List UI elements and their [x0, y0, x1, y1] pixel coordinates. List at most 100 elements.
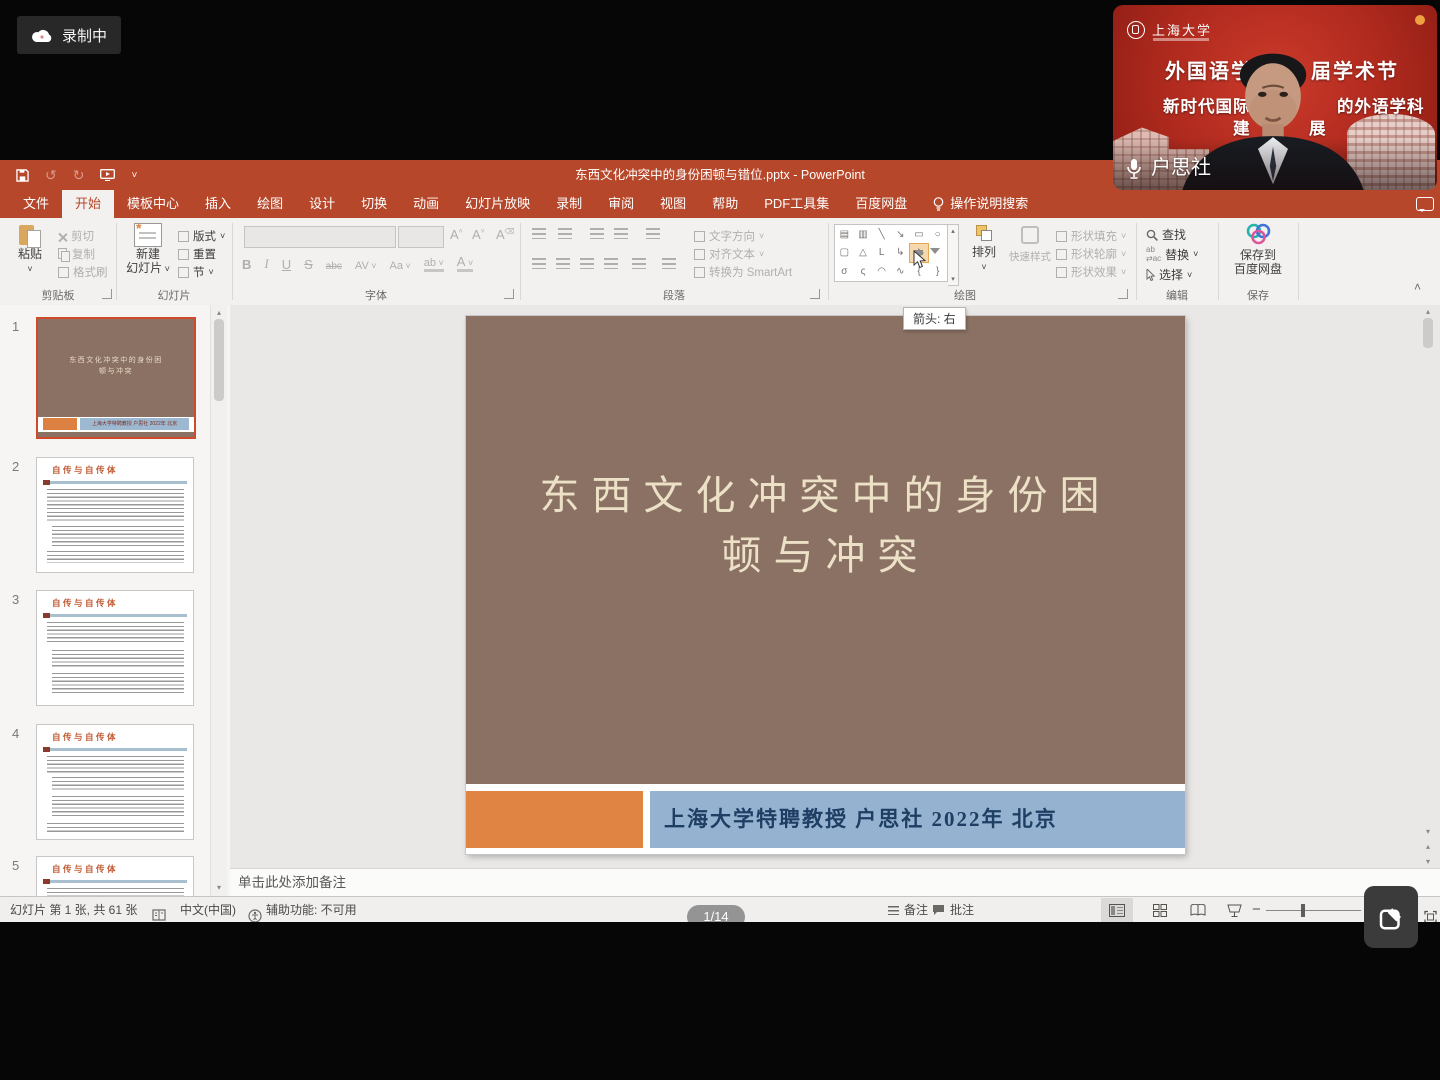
- shape-elbow-arrow-connector[interactable]: ↳: [891, 244, 910, 263]
- tab-template-center[interactable]: 模板中心: [114, 190, 192, 218]
- shape-brace-right[interactable]: }: [928, 262, 947, 281]
- bullets-icon[interactable]: [532, 228, 546, 239]
- shapes-gallery-scroll[interactable]: ▴▾: [948, 224, 959, 286]
- line-spacing-icon[interactable]: [646, 228, 660, 239]
- paste-button[interactable]: 粘贴˅: [8, 223, 52, 276]
- tab-record[interactable]: 录制: [543, 190, 595, 218]
- change-case-button[interactable]: Aa ˅: [390, 260, 411, 272]
- underline-button[interactable]: U: [282, 257, 291, 272]
- columns-icon[interactable]: [632, 258, 646, 269]
- tab-help[interactable]: 帮助: [699, 190, 751, 218]
- slideshow-view-button[interactable]: [1218, 898, 1250, 922]
- cut-button[interactable]: 剪切: [58, 228, 94, 244]
- tab-insert[interactable]: 插入: [192, 190, 244, 218]
- redo-icon[interactable]: ↻: [73, 167, 85, 184]
- shape-freeform[interactable]: σ: [835, 262, 854, 281]
- collapse-ribbon-icon[interactable]: ˄: [1414, 280, 1421, 294]
- font-dialog-launcher[interactable]: [504, 289, 514, 299]
- editor-scrollbar[interactable]: ▴ ▾ ▴ ▾: [1420, 305, 1436, 868]
- tab-file[interactable]: 文件: [10, 190, 62, 218]
- language-indicator[interactable]: 中文(中国): [180, 897, 236, 923]
- normal-view-button[interactable]: [1101, 898, 1133, 922]
- tab-view[interactable]: 视图: [647, 190, 699, 218]
- comments-icon[interactable]: [1416, 197, 1434, 211]
- start-slideshow-icon[interactable]: [100, 169, 115, 181]
- shape-curve[interactable]: ∿: [891, 262, 910, 281]
- zoom-slider-thumb[interactable]: [1301, 904, 1305, 917]
- shape-oval[interactable]: ○: [928, 225, 947, 244]
- bold-button[interactable]: B: [242, 257, 251, 272]
- align-left-icon[interactable]: [532, 258, 546, 269]
- shape-outline-button[interactable]: 形状轮廓˅: [1056, 246, 1126, 262]
- replace-button[interactable]: ab⇄ac 替换˅: [1146, 245, 1198, 263]
- shrink-font-button[interactable]: A˅: [472, 227, 485, 242]
- thumbnail-slide-2[interactable]: 自传与自传体: [36, 457, 194, 573]
- font-color-button[interactable]: A ˅: [457, 254, 473, 272]
- tab-animations[interactable]: 动画: [400, 190, 452, 218]
- slide-footer-blue-block[interactable]: 上海大学特聘教授 户思社 2022年 北京: [650, 791, 1185, 848]
- select-button[interactable]: 选择˅: [1146, 266, 1192, 283]
- shape-arc[interactable]: ◠: [872, 262, 891, 281]
- shape-arrow-down[interactable]: [928, 244, 947, 263]
- convert-smartart-button[interactable]: 转换为 SmartArt: [694, 264, 792, 280]
- slide-title-textbox[interactable]: 东西文化冲突中的身份困顿与冲突: [466, 466, 1185, 586]
- reading-view-button[interactable]: [1182, 898, 1214, 922]
- font-size-combobox[interactable]: [398, 226, 444, 248]
- shape-text-box[interactable]: ▤: [835, 225, 854, 244]
- font-name-combobox[interactable]: [244, 226, 396, 248]
- clipboard-dialog-launcher[interactable]: [102, 289, 112, 299]
- copy-button[interactable]: 复制: [58, 246, 95, 262]
- scroll-down-icon[interactable]: ▾: [1420, 827, 1436, 836]
- tab-review[interactable]: 审阅: [595, 190, 647, 218]
- shape-fill-button[interactable]: 形状填充˅: [1056, 228, 1126, 244]
- align-text-button[interactable]: 对齐文本˅: [694, 246, 764, 262]
- shapes-gallery[interactable]: ▤ ▥ ╲ ↘ ▭ ○ ▢ △ L ↳ σ ς ◠ ∿ {: [834, 224, 948, 282]
- shape-scribble[interactable]: ς: [854, 262, 873, 281]
- clear-formatting-button[interactable]: A⌫: [496, 227, 515, 242]
- shape-elbow-connector[interactable]: L: [872, 244, 891, 263]
- arrange-button[interactable]: 排列˅: [964, 223, 1004, 274]
- slide-sorter-view-button[interactable]: [1144, 898, 1176, 922]
- scroll-down-icon[interactable]: ▾: [211, 883, 227, 892]
- shape-triangle[interactable]: △: [854, 244, 873, 263]
- numbering-icon[interactable]: [558, 228, 572, 239]
- shape-rounded-rectangle[interactable]: ▢: [835, 244, 854, 263]
- character-spacing-button[interactable]: AV ˅: [355, 260, 377, 272]
- text-direction-button[interactable]: 文字方向˅: [694, 228, 764, 244]
- grow-font-button[interactable]: A˄: [450, 227, 463, 242]
- align-right-icon[interactable]: [580, 258, 594, 269]
- slide-footer-orange-block[interactable]: [466, 791, 643, 848]
- next-slide-icon[interactable]: ▾: [1420, 857, 1436, 866]
- speaker-video-window[interactable]: 上海大学 外国语学院 届学术节 新时代国际传 的外语学科 建 展: [1113, 5, 1437, 190]
- tab-transitions[interactable]: 切换: [348, 190, 400, 218]
- strikethrough-button[interactable]: S: [304, 257, 313, 272]
- save-icon[interactable]: [16, 169, 29, 182]
- reset-button[interactable]: 重置: [178, 246, 216, 262]
- shape-arrow-line[interactable]: ↘: [891, 225, 910, 244]
- italic-button[interactable]: I: [264, 256, 268, 272]
- highlight-color-button[interactable]: ab ˅: [424, 257, 444, 272]
- tab-slide-show[interactable]: 幻灯片放映: [452, 190, 543, 218]
- thumbnail-slide-4[interactable]: 自传与自传体: [36, 724, 194, 840]
- tab-home[interactable]: 开始: [62, 190, 114, 218]
- shape-rectangle[interactable]: ▭: [910, 225, 929, 244]
- thumbnail-slide-3[interactable]: 自传与自传体: [36, 590, 194, 706]
- layout-button[interactable]: 版式˅: [178, 228, 225, 244]
- thumbnail-slide-5[interactable]: 自传与自传体: [36, 856, 194, 896]
- strikethrough-abc-button[interactable]: abc: [326, 261, 342, 272]
- tab-draw[interactable]: 绘图: [244, 190, 296, 218]
- scrollbar-thumb[interactable]: [214, 319, 224, 401]
- undo-icon[interactable]: ↺: [45, 167, 57, 184]
- previous-slide-icon[interactable]: ▴: [1420, 842, 1436, 851]
- tab-baidu-netdisk[interactable]: 百度网盘: [842, 190, 920, 218]
- find-button[interactable]: 查找: [1146, 226, 1186, 243]
- shape-line[interactable]: ╲: [872, 225, 891, 244]
- align-options-icon[interactable]: [662, 258, 676, 269]
- drawing-dialog-launcher[interactable]: [1118, 289, 1128, 299]
- annotate-button[interactable]: [1364, 886, 1418, 948]
- paragraph-dialog-launcher[interactable]: [810, 289, 820, 299]
- tell-me-search[interactable]: 操作说明搜索: [920, 190, 1041, 218]
- thumbnail-scrollbar[interactable]: ▴ ▾: [210, 305, 227, 896]
- scroll-up-icon[interactable]: ▴: [1420, 307, 1436, 316]
- save-to-baidu-netdisk-button[interactable]: 保存到 百度网盘: [1228, 223, 1288, 276]
